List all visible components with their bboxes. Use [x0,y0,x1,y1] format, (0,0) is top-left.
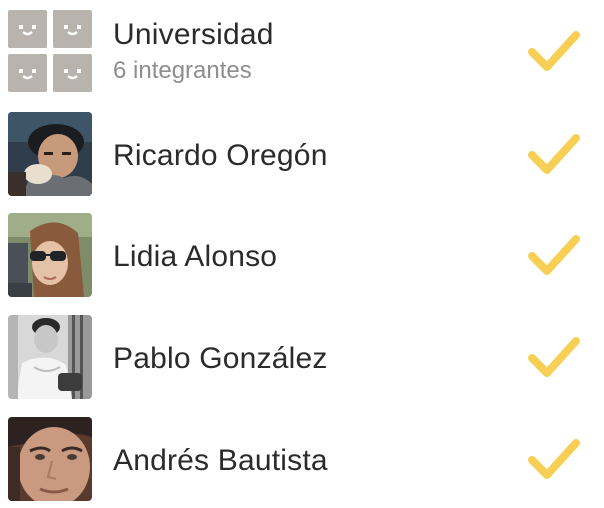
checkmark-icon[interactable] [527,28,581,74]
avatar [8,213,92,297]
contact-name: Andrés Bautista [113,444,328,477]
smiley-face-icon [53,54,92,92]
checkmark-icon[interactable] [527,334,581,380]
smiley-face-icon [8,54,47,92]
list-item-group-universidad[interactable]: Universidad 6 integrantes [0,0,604,100]
avatar [8,315,92,399]
checkmark-icon[interactable] [527,436,581,482]
avatar [8,112,92,196]
smiley-face-icon [8,10,47,48]
list-item-contact[interactable]: Pablo González [0,306,604,406]
smiley-face-icon [53,10,92,48]
group-avatar [8,10,92,92]
group-name: Universidad [113,18,274,51]
avatar [8,417,92,501]
list-item-contact[interactable]: Lidia Alonso [0,204,604,304]
contact-name: Ricardo Oregón [113,139,328,172]
group-member-count: 6 integrantes [113,57,252,84]
list-item-contact[interactable]: Ricardo Oregón [0,103,604,203]
checkmark-icon[interactable] [527,232,581,278]
contact-name: Pablo González [113,342,328,375]
contact-name: Lidia Alonso [113,240,278,273]
list-item-contact[interactable]: Andrés Bautista [0,408,604,508]
contact-list: Universidad 6 integrantes Ricardo Oregón [0,0,604,508]
checkmark-icon[interactable] [527,131,581,177]
